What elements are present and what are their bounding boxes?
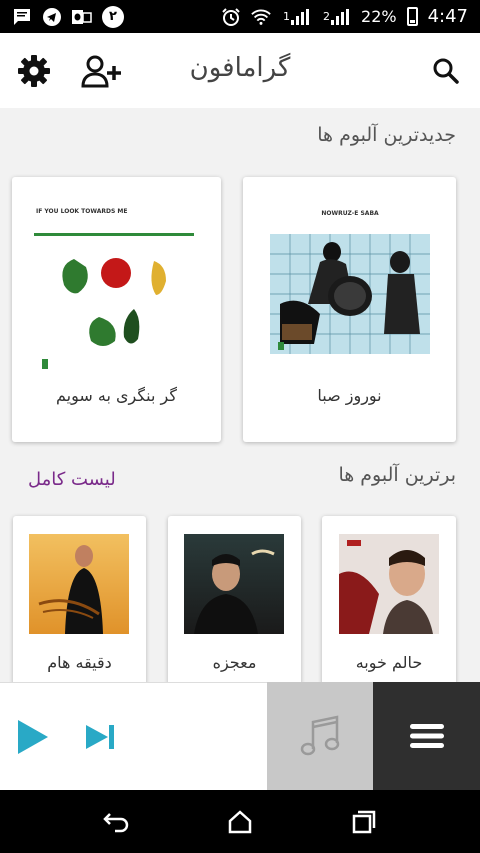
album-card[interactable]: IF YOU LOOK TOWARDS ME گر بنگری به سویم — [12, 177, 221, 442]
album-cover-caption: IF YOU LOOK TOWARDS ME — [36, 208, 128, 215]
status-left: ۲ — [12, 5, 124, 28]
album-title: حالم خوبه — [355, 653, 423, 672]
album-title: معجزه — [212, 653, 257, 672]
signal-sim2-icon: 2 — [321, 7, 351, 27]
mini-player — [0, 682, 480, 790]
notification-count-badge: ۲ — [102, 5, 124, 28]
system-nav-bar — [0, 790, 480, 853]
full-list-link[interactable]: لیست کامل — [28, 469, 116, 490]
app-header: گرامافون — [0, 33, 480, 108]
back-button[interactable] — [98, 804, 134, 840]
top-albums-heading: برترین آلبوم ها — [338, 464, 456, 486]
signal-sim1-label: 1 — [283, 10, 291, 23]
play-icon — [18, 720, 48, 754]
album-cover-band — [34, 233, 194, 236]
album-card[interactable]: دقیقه هام — [13, 516, 146, 686]
next-button[interactable] — [82, 721, 118, 753]
home-icon — [228, 810, 252, 834]
signal-sim2-label: 2 — [323, 10, 331, 23]
signal-sim1-icon: 1 — [281, 7, 311, 27]
screen: ۲ 1 2 22% 4:47 گرامافون جدیدترین آلبوم ه… — [0, 0, 480, 853]
play-button[interactable] — [12, 717, 52, 757]
search-icon — [433, 58, 459, 84]
recents-icon — [352, 810, 376, 834]
status-right: 1 2 22% 4:47 — [221, 6, 468, 27]
album-cover-caption: NOWRUZ-E SABA — [321, 210, 379, 217]
album-cover: IF YOU LOOK TOWARDS ME — [34, 205, 194, 385]
album-artwork — [42, 258, 166, 369]
outlook-icon — [72, 7, 92, 27]
music-note-icon — [300, 715, 340, 756]
hamburger-icon — [409, 724, 444, 748]
album-cover — [339, 534, 439, 634]
menu-button[interactable] — [373, 682, 480, 790]
album-title: نوروز صبا — [317, 386, 382, 405]
app-title: گرامافون — [189, 53, 291, 83]
album-title: دقیقه هام — [47, 653, 112, 672]
search-button[interactable] — [426, 51, 466, 91]
album-artwork — [29, 534, 129, 634]
alarm-icon — [221, 7, 241, 27]
album-card[interactable]: حالم خوبه — [322, 516, 456, 686]
album-cover: NOWRUZ-E SABA — [270, 207, 430, 385]
battery-percent: 22% — [361, 7, 397, 26]
album-title: گر بنگری به سویم — [56, 386, 177, 405]
album-cover — [29, 534, 129, 634]
album-artwork — [270, 234, 430, 354]
album-artwork — [184, 534, 284, 634]
album-card[interactable]: NOWRUZ-E SABA نوروز صبا — [243, 177, 456, 442]
now-playing-artwork[interactable] — [267, 682, 373, 790]
recents-button[interactable] — [346, 804, 382, 840]
clock: 4:47 — [427, 6, 468, 27]
newest-albums-heading: جدیدترین آلبوم ها — [317, 124, 456, 146]
album-card[interactable]: معجزه — [168, 516, 301, 686]
battery-icon — [406, 7, 418, 26]
message-icon — [12, 7, 32, 27]
player-controls — [0, 682, 267, 790]
telegram-icon — [42, 7, 62, 27]
back-icon — [103, 813, 129, 833]
home-button[interactable] — [222, 804, 258, 840]
skip-next-icon — [86, 725, 114, 749]
wifi-icon — [251, 7, 271, 27]
album-cover — [184, 534, 284, 634]
album-artwork — [339, 534, 439, 634]
status-bar: ۲ 1 2 22% 4:47 — [0, 0, 480, 33]
